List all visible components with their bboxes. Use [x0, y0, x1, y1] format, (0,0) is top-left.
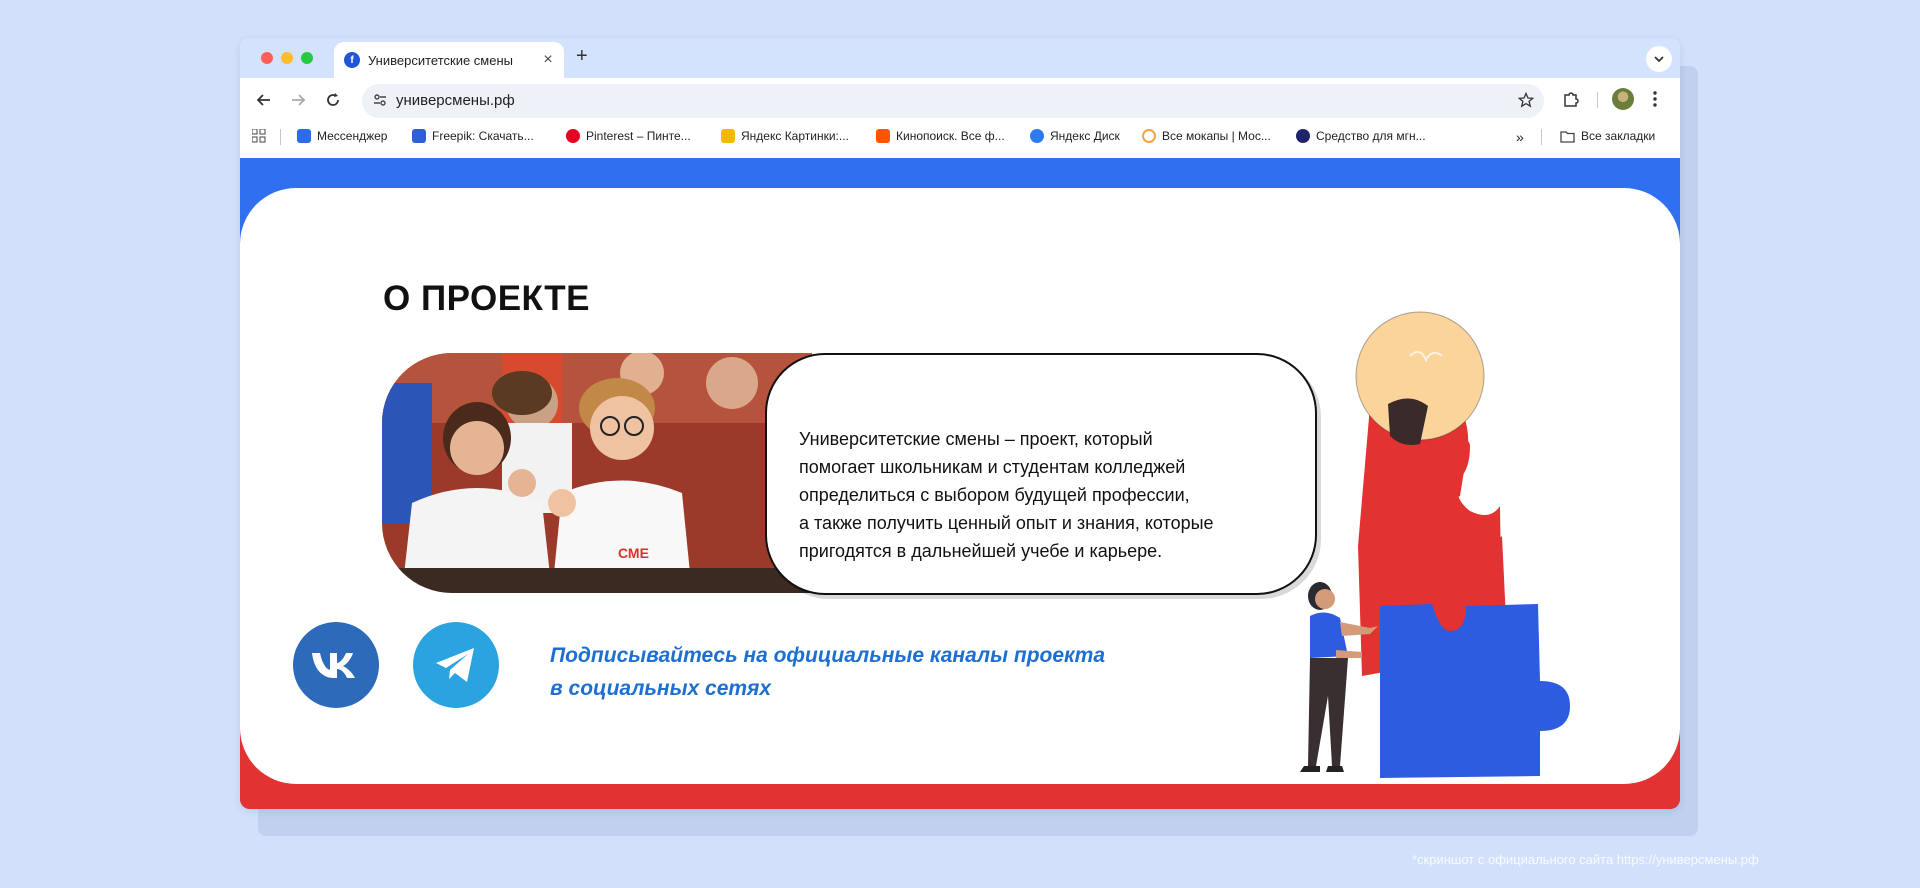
subscribe-line: в социальных сетях	[550, 677, 772, 700]
tab-close-icon[interactable]: ×	[538, 51, 558, 69]
new-tab-button[interactable]: +	[576, 46, 588, 66]
double-chevron-right-icon: »	[1516, 129, 1524, 145]
arrow-right-icon	[292, 94, 306, 106]
bookmarks-divider	[1541, 129, 1542, 145]
toolbar: универсмены.рф	[240, 78, 1680, 122]
extensions-button[interactable]	[1562, 90, 1580, 113]
svg-text:СМЕ: СМЕ	[618, 545, 649, 561]
bookmark-label: Freepik: Скачать...	[432, 129, 534, 143]
window-controls	[261, 52, 313, 64]
more-bookmarks-button[interactable]: »	[1516, 129, 1524, 145]
tab-active[interactable]: f Университетские смены ×	[334, 42, 564, 78]
freepik-icon	[412, 129, 426, 143]
apps-button[interactable]	[252, 129, 266, 143]
about-line: определиться с выбором будущей профессии…	[799, 485, 1190, 505]
about-text-card: Университетские смены – проект, который …	[765, 353, 1317, 595]
url-text: универсмены.рф	[396, 92, 515, 109]
kebab-menu-icon	[1653, 91, 1657, 107]
chevron-down-icon	[1654, 56, 1664, 63]
subscribe-line: Подписывайтесь на официальные каналы про…	[550, 644, 1106, 667]
yandex-images-icon	[721, 129, 735, 143]
back-button[interactable]	[254, 90, 274, 110]
students-photo: СМЕ	[382, 353, 812, 593]
minimize-window-button[interactable]	[281, 52, 293, 64]
all-bookmarks-button[interactable]: Все закладки	[1560, 129, 1655, 143]
maximize-window-button[interactable]	[301, 52, 313, 64]
bookmark-star-icon[interactable]	[1517, 91, 1535, 113]
bookmark-item[interactable]: Яндекс Диск	[1030, 129, 1120, 143]
folder-icon	[1560, 130, 1575, 143]
footer-note: *скриншот с официального сайта https://у…	[1412, 852, 1759, 867]
telegram-button[interactable]	[413, 622, 499, 708]
web-page: О ПРОЕКТЕ СМЕ Университетские смены – пр…	[240, 158, 1680, 809]
bookmark-item[interactable]: Все мокапы | Мос...	[1142, 129, 1271, 143]
tool-icon	[1296, 129, 1310, 143]
subscribe-text: Подписывайтесь на официальные каналы про…	[550, 639, 1105, 705]
apps-grid-icon	[252, 129, 266, 143]
kinopoisk-icon	[876, 129, 890, 143]
yandex-disk-icon	[1030, 129, 1044, 143]
about-section: О ПРОЕКТЕ СМЕ Университетские смены – пр…	[240, 188, 1680, 784]
site-favicon-icon: f	[344, 52, 360, 68]
bookmarks-bar: Мессенджер Freepik: Скачать... Pinterest…	[240, 122, 1680, 152]
bookmarks-divider	[280, 129, 281, 145]
bookmark-label: Яндекс Картинки:...	[741, 129, 849, 143]
address-bar[interactable]: универсмены.рф	[362, 84, 1544, 118]
vk-button[interactable]	[293, 622, 379, 708]
close-window-button[interactable]	[261, 52, 273, 64]
messenger-icon	[297, 129, 311, 143]
tab-search-button[interactable]	[1646, 46, 1672, 72]
bookmark-label: Средство для мгн...	[1316, 129, 1426, 143]
about-line: пригодятся в дальнейшей учебе и карьере.	[799, 541, 1163, 561]
about-line: помогает школьникам и студентам колледже…	[799, 457, 1186, 477]
bookmark-item[interactable]: Яндекс Картинки:...	[721, 129, 849, 143]
about-text: Университетские смены – проект, который …	[799, 425, 1299, 565]
reload-icon	[327, 93, 339, 106]
toolbar-divider	[1597, 92, 1598, 108]
bookmark-label: Кинопоиск. Все ф...	[896, 129, 1005, 143]
bookmark-item[interactable]: Freepik: Скачать...	[412, 129, 534, 143]
about-line: Университетские смены – проект, который	[799, 429, 1153, 449]
all-bookmarks-label: Все закладки	[1581, 129, 1656, 143]
bookmark-item[interactable]: Мессенджер	[297, 129, 387, 143]
site-info-icon[interactable]	[372, 92, 388, 113]
about-line: а также получить ценный опыт и знания, к…	[799, 513, 1214, 533]
mockups-icon	[1142, 129, 1156, 143]
bookmark-label: Pinterest – Пинте...	[586, 129, 691, 143]
vk-icon	[312, 653, 355, 678]
bookmark-item[interactable]: Pinterest – Пинте...	[566, 129, 691, 143]
puzzle-icon	[1564, 92, 1579, 107]
telegram-icon	[436, 648, 474, 682]
page-title: О ПРОЕКТЕ	[383, 279, 591, 318]
bookmark-item[interactable]: Кинопоиск. Все ф...	[876, 129, 1005, 143]
pinterest-icon	[566, 129, 580, 143]
bookmark-label: Мессенджер	[317, 129, 388, 143]
menu-button[interactable]	[1652, 90, 1658, 113]
tab-strip: f Университетские смены × +	[240, 38, 1680, 78]
tab-title: Университетские смены	[368, 52, 513, 68]
puzzle-illustration	[1300, 311, 1570, 778]
bookmark-item[interactable]: Средство для мгн...	[1296, 129, 1426, 143]
bookmark-label: Яндекс Диск	[1050, 129, 1120, 143]
forward-button[interactable]	[288, 90, 308, 110]
reload-button[interactable]	[323, 90, 343, 110]
bookmark-label: Все мокапы | Мос...	[1162, 129, 1271, 143]
arrow-left-icon	[256, 94, 270, 106]
browser-window: f Университетские смены × + универсмены.…	[240, 38, 1680, 809]
profile-avatar[interactable]	[1612, 88, 1634, 110]
